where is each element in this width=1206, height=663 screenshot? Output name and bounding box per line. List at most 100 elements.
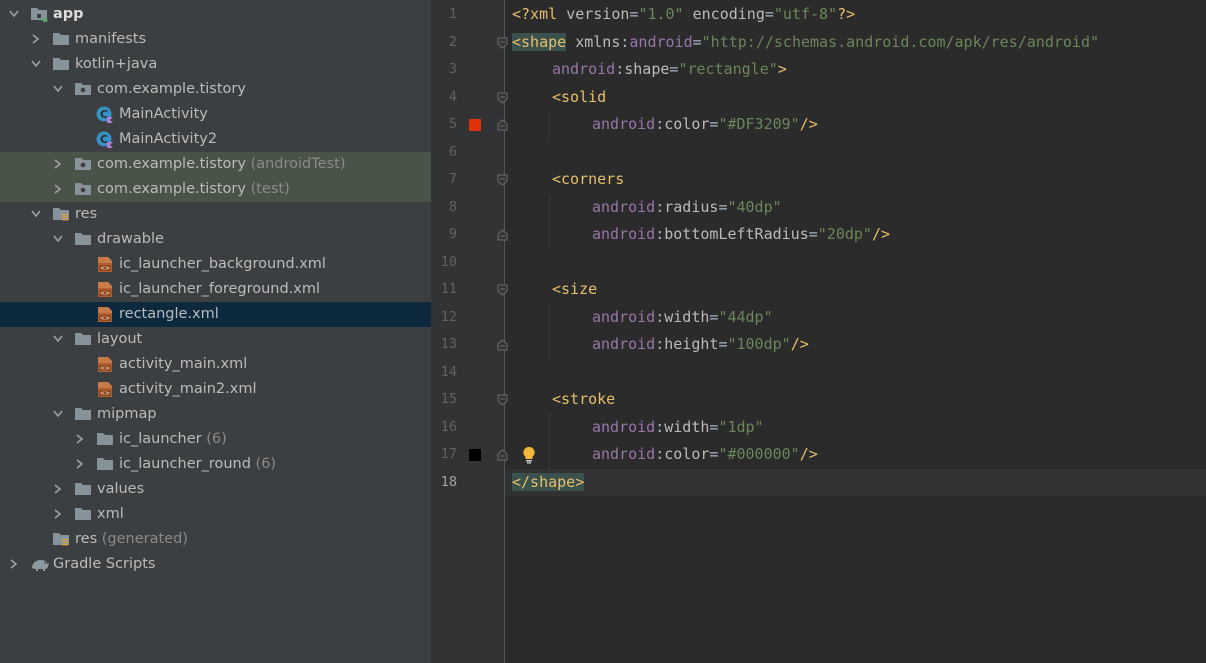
tree-item-label: Gradle Scripts	[53, 555, 155, 574]
fold-close-icon[interactable]	[497, 449, 508, 461]
code-token: <corners	[552, 170, 625, 188]
chevron-down-icon[interactable]	[53, 409, 63, 418]
fold-open-icon[interactable]	[497, 394, 508, 406]
chevron-right-icon[interactable]	[75, 434, 84, 444]
editor-gutter: 1 2 3 4 5 6 7 8 9 10 11 12 13 14 15 16 17 18	[431, 0, 505, 663]
code-token: >	[777, 60, 787, 78]
code-line[interactable]: <stroke	[552, 386, 615, 414]
tree-item-label: drawable	[97, 230, 164, 249]
tree-item-label: ic_launcher_round (6)	[119, 455, 276, 474]
code-line[interactable]: android:width="44dp"	[592, 304, 773, 332]
chevron-right-icon[interactable]	[53, 159, 62, 169]
svg-text:<>: <>	[100, 390, 110, 397]
color-swatch[interactable]	[469, 119, 481, 131]
chevron-down-icon[interactable]	[31, 209, 41, 218]
tree-item[interactable]: app	[0, 2, 431, 27]
tree-item[interactable]: xml	[0, 502, 431, 527]
tree-item-name: manifests	[75, 31, 147, 47]
fold-close-icon[interactable]	[497, 229, 508, 241]
tree-item[interactable]: res (generated)	[0, 527, 431, 552]
code-line[interactable]: android:color="#DF3209"/>	[592, 111, 818, 139]
tree-item-name: mipmap	[97, 406, 157, 422]
chevron-right-icon[interactable]	[9, 559, 18, 569]
current-line-highlight	[505, 468, 1206, 496]
code-token: width	[664, 307, 710, 326]
chevron-down-icon[interactable]	[53, 84, 63, 93]
chevron-down-icon[interactable]	[9, 9, 19, 18]
code-line[interactable]: <solid	[552, 84, 606, 112]
chevron-right-icon[interactable]	[53, 184, 62, 194]
tree-item-name: MainActivity	[119, 106, 208, 122]
chevron-right-icon[interactable]	[31, 34, 40, 44]
code-token: "#000000"	[718, 445, 800, 463]
code-editor[interactable]: 1 2 3 4 5 6 7 8 9 10 11 12 13 14 15 16 17 18 <?xml versio…	[431, 0, 1206, 663]
tree-item-detail: (6)	[250, 456, 277, 472]
code-token: version	[566, 5, 630, 23]
code-line[interactable]: <shape xmlns:android="http://schemas.and…	[512, 29, 1099, 57]
xml-file-icon: <>	[96, 256, 114, 273]
tree-item-label: MainActivity	[119, 105, 208, 124]
tree-item-detail: (6)	[201, 431, 227, 447]
code-line[interactable]: android:height="100dp"/>	[592, 331, 809, 359]
code-line[interactable]: <?xml version="1.0" encoding="utf-8"?>	[512, 1, 855, 29]
tree-item[interactable]: res	[0, 202, 431, 227]
tree-item[interactable]: ic_launcher (6)	[0, 427, 431, 452]
tree-item[interactable]: C MainActivity	[0, 102, 431, 127]
code-line[interactable]: </shape>	[512, 469, 585, 497]
fold-open-icon[interactable]	[497, 37, 508, 49]
color-swatch[interactable]	[469, 449, 481, 461]
code-line[interactable]: <corners	[552, 166, 624, 194]
code-token: radius	[664, 197, 719, 216]
code-line[interactable]: android:shape="rectangle">	[552, 56, 787, 84]
code-line[interactable]: android:bottomLeftRadius="20dp"/>	[592, 221, 890, 249]
code-line[interactable]: <size	[552, 276, 597, 304]
chevron-down-icon[interactable]	[31, 59, 41, 68]
tree-item[interactable]: <> activity_main.xml	[0, 352, 431, 377]
tree-item[interactable]: Gradle Scripts	[0, 552, 431, 577]
tree-item[interactable]: drawable	[0, 227, 431, 252]
chevron-right-icon[interactable]	[53, 484, 62, 494]
fold-close-icon[interactable]	[497, 339, 508, 351]
tree-item[interactable]: manifests	[0, 27, 431, 52]
tree-item-name: res	[75, 531, 98, 547]
res-folder-icon	[52, 206, 70, 223]
code-line[interactable]: android:color="#000000"/>	[592, 441, 818, 469]
tree-item[interactable]: <> activity_main2.xml	[0, 377, 431, 402]
tree-item-name: com.example.tistory	[97, 156, 246, 172]
chevron-down-icon[interactable]	[53, 334, 63, 343]
tree-item-label: rectangle.xml	[119, 305, 219, 324]
tree-item[interactable]: com.example.tistory (test)	[0, 177, 431, 202]
tree-item[interactable]: C MainActivity2	[0, 127, 431, 152]
folder-icon	[52, 56, 70, 73]
tree-item[interactable]: <> ic_launcher_background.xml	[0, 252, 431, 277]
folder-icon	[74, 406, 92, 423]
chevron-down-icon[interactable]	[53, 234, 63, 243]
xml-file-icon: <>	[96, 381, 114, 398]
tree-item[interactable]: kotlin+java	[0, 52, 431, 77]
kotlin-class-icon: C	[96, 131, 114, 148]
intention-lightbulb-icon[interactable]	[522, 446, 536, 464]
fold-open-icon[interactable]	[497, 92, 508, 104]
fold-open-icon[interactable]	[497, 284, 508, 296]
svg-text:C: C	[100, 108, 108, 121]
xml-file-icon: <>	[96, 281, 114, 298]
tree-item-name: activity_main2.xml	[119, 381, 257, 397]
tree-item[interactable]: <> ic_launcher_foreground.xml	[0, 277, 431, 302]
chevron-right-icon[interactable]	[75, 459, 84, 469]
tree-item[interactable]: com.example.tistory	[0, 77, 431, 102]
tree-item-label: app	[53, 5, 84, 24]
fold-close-icon[interactable]	[497, 119, 508, 131]
tree-item[interactable]: layout	[0, 327, 431, 352]
tree-item-label: xml	[97, 505, 124, 524]
fold-open-icon[interactable]	[497, 174, 508, 186]
chevron-right-icon[interactable]	[53, 509, 62, 519]
tree-item[interactable]: <> rectangle.xml	[0, 302, 431, 327]
code-token: =	[764, 5, 774, 23]
code-line[interactable]: android:width="1dp"	[592, 414, 764, 442]
code-line[interactable]: android:radius="40dp"	[592, 194, 782, 222]
tree-item[interactable]: ic_launcher_round (6)	[0, 452, 431, 477]
tree-item[interactable]: values	[0, 477, 431, 502]
tree-item[interactable]: mipmap	[0, 402, 431, 427]
code-token: "20dp"	[817, 225, 872, 243]
tree-item[interactable]: com.example.tistory (androidTest)	[0, 152, 431, 177]
